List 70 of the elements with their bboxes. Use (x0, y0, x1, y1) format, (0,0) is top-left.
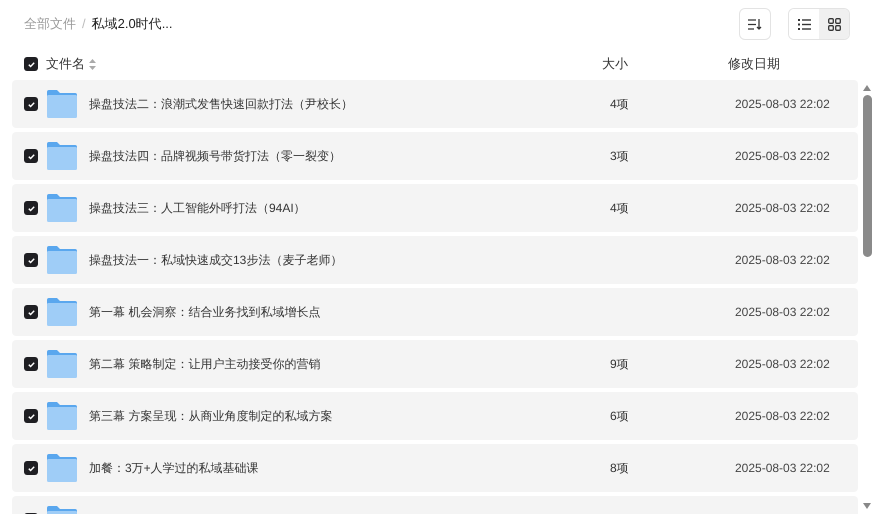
modified-date: 2025-08-03 22:02 (735, 148, 830, 165)
checkbox[interactable] (24, 409, 38, 423)
modified-date: 2025-08-03 22:02 (735, 356, 830, 373)
checkbox[interactable] (24, 97, 38, 111)
sort-button[interactable] (739, 8, 771, 40)
file-name[interactable]: 操盘技法二：浪潮式发售快速回款打法（尹校长） (89, 97, 353, 111)
folder-icon (47, 90, 77, 118)
sort-icon (748, 18, 762, 30)
modified-date: 2025-08-03 22:02 (735, 96, 830, 113)
file-row[interactable]: 操盘技法四：品牌视频号带货打法（零一裂变） 3项 2025-08-03 22:02 (12, 132, 858, 180)
checkmark-icon (26, 60, 36, 68)
file-name[interactable]: 第三幕 方案呈现：从商业角度制定的私域方案 (89, 409, 332, 423)
checkbox[interactable] (24, 201, 38, 215)
folder-icon (47, 194, 77, 222)
folder-icon (47, 402, 77, 430)
file-name[interactable]: 第一幕 机会洞察：结合业务找到私域增长点 (89, 305, 320, 319)
checkmark-icon (26, 152, 36, 160)
list-view-icon (798, 18, 810, 30)
file-row[interactable]: 第二幕 策略制定：让用户主动接受你的营销 9项 2025-08-03 22:02 (12, 340, 858, 388)
file-name[interactable]: 操盘技法三：人工智能外呼打法（94AI） (89, 201, 306, 215)
checkbox[interactable] (24, 357, 38, 371)
file-name[interactable]: 操盘技法四：品牌视频号带货打法（零一裂变） (89, 149, 341, 163)
scroll-down-icon[interactable] (863, 503, 871, 509)
item-count: 6项 (610, 409, 629, 423)
breadcrumb-separator: / (82, 15, 86, 34)
checkbox[interactable] (24, 149, 38, 163)
checkmark-icon (26, 464, 36, 472)
breadcrumb-item: 私域2.0时代... (92, 15, 173, 34)
file-name[interactable]: 操盘技法一：私域快速成交13步法（麦子老师） (89, 253, 342, 267)
file-name[interactable]: 第二幕 策略制定：让用户主动接受你的营销 (89, 357, 320, 371)
item-count: 8项 (610, 461, 629, 475)
checkmark-icon (26, 256, 36, 264)
modified-date: 2025-08-03 22:02 (735, 460, 830, 477)
folder-icon (47, 142, 77, 170)
modified-date: 2025-08-03 22:02 (735, 304, 830, 321)
folder-icon (47, 298, 77, 326)
file-row[interactable]: 操盘技法二：浪潮式发售快速回款打法（尹校长） 4项 2025-08-03 22:02 (12, 80, 858, 128)
checkbox[interactable] (24, 253, 38, 267)
item-count: 3项 (610, 149, 629, 163)
file-row[interactable]: 第三幕 方案呈现：从商业角度制定的私域方案 6项 2025-08-03 22:02 (12, 392, 858, 440)
item-count: 4项 (610, 97, 629, 111)
checkmark-icon (26, 204, 36, 212)
modified-date: 2025-08-03 22:02 (735, 408, 830, 425)
checkmark-icon (26, 100, 36, 108)
checkmark-icon (26, 412, 36, 420)
folder-icon (47, 350, 77, 378)
file-row[interactable]: 操盘技法三：人工智能外呼打法（94AI） 4项 2025-08-03 22:02 (12, 184, 858, 232)
checkbox[interactable] (24, 57, 38, 71)
column-header[interactable]: 修改日期 (728, 54, 780, 74)
folder-icon (47, 246, 77, 274)
file-row[interactable]: 操盘技法一：私域快速成交13步法（麦子老师） 2025-08-03 22:02 (12, 236, 858, 284)
file-row[interactable]: 第一幕 机会洞察：结合业务找到私域增长点 2025-08-03 22:02 (12, 288, 858, 336)
checkmark-icon (26, 360, 36, 368)
grid-view-icon (828, 18, 840, 30)
item-count: 9项 (610, 357, 629, 371)
sort-arrows-icon (89, 58, 96, 70)
checkbox[interactable] (24, 461, 38, 475)
scroll-up-icon[interactable] (863, 85, 871, 91)
checkmark-icon (26, 308, 36, 316)
modified-date: 2025-08-03 22:02 (735, 200, 830, 217)
scrollbar-thumb[interactable] (862, 95, 872, 257)
checkbox[interactable] (24, 305, 38, 319)
column-header[interactable]: 文件名 (46, 54, 85, 74)
view-mode-button[interactable] (819, 9, 849, 39)
file-name[interactable]: 加餐：3万+人学过的私域基础课 (89, 461, 259, 475)
modified-date: 2025-08-03 22:02 (735, 252, 830, 269)
folder-icon (47, 454, 77, 482)
column-header[interactable]: 大小 (602, 54, 728, 74)
file-row[interactable]: 加餐：3万+人学过的私域基础课 8项 2025-08-03 22:02 (12, 444, 858, 492)
item-count: 4项 (610, 201, 629, 215)
